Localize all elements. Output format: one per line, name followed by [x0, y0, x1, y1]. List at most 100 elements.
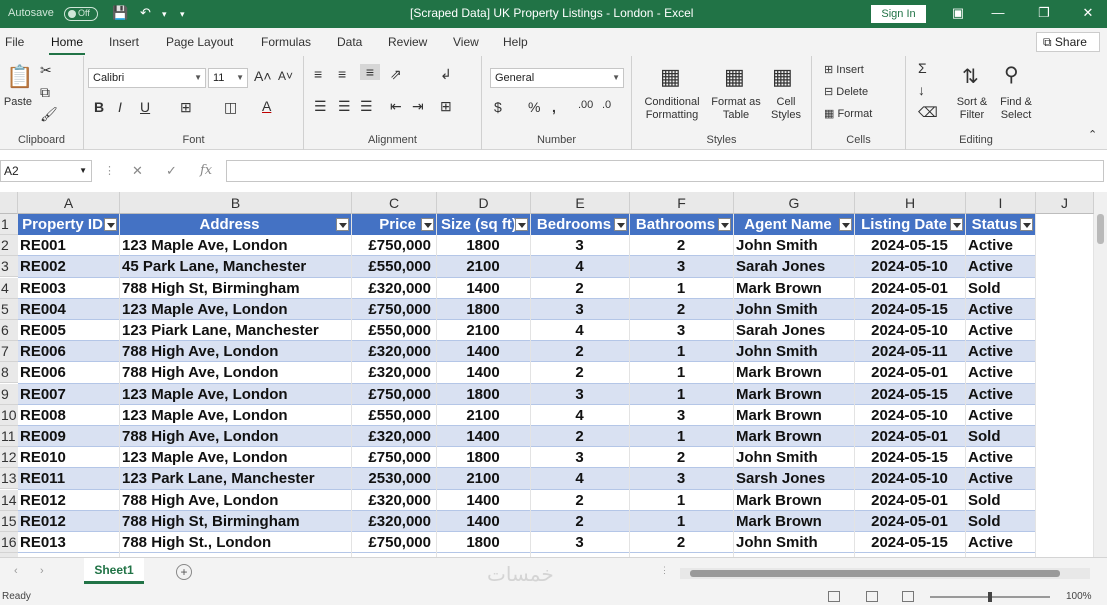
row-header[interactable]: 4: [0, 277, 18, 299]
filter-dropdown-icon[interactable]: [421, 218, 434, 231]
wrap-text-icon[interactable]: ↲: [440, 66, 452, 83]
table-cell[interactable]: 1: [630, 490, 734, 511]
table-cell[interactable]: RE002: [18, 256, 120, 277]
table-cell[interactable]: RE004: [18, 299, 120, 320]
table-cell[interactable]: 2: [531, 511, 630, 532]
increase-indent-icon[interactable]: ⇥: [412, 98, 424, 115]
table-header-cell[interactable]: Agent Name: [734, 214, 855, 235]
table-cell[interactable]: 4: [531, 320, 630, 341]
table-cell[interactable]: Active: [966, 320, 1036, 341]
table-cell[interactable]: Active: [966, 405, 1036, 426]
scroll-right-icon[interactable]: ›: [40, 565, 44, 577]
row-header[interactable]: 16: [0, 532, 18, 553]
tab-view[interactable]: View: [453, 35, 479, 49]
table-cell[interactable]: 2100: [437, 256, 531, 277]
table-cell[interactable]: 2: [531, 426, 630, 447]
row-header[interactable]: 2: [0, 235, 18, 257]
table-cell[interactable]: 4: [531, 468, 630, 489]
table-cell[interactable]: Mark Brown: [734, 490, 855, 511]
close-icon[interactable]: ✕: [1078, 5, 1098, 21]
table-cell[interactable]: RE010: [18, 447, 120, 468]
normal-view-icon[interactable]: [828, 591, 840, 602]
insert-function-icon[interactable]: fx: [200, 163, 212, 178]
table-header-cell[interactable]: Address: [120, 214, 352, 235]
table-cell[interactable]: 1: [630, 278, 734, 299]
row-header[interactable]: 9: [0, 383, 18, 405]
table-cell[interactable]: 123 Maple Ave, London: [120, 405, 352, 426]
decrease-decimal-icon[interactable]: .0: [602, 99, 611, 111]
fill-color-icon[interactable]: ◫: [224, 99, 237, 116]
table-cell[interactable]: 3: [630, 320, 734, 341]
number-format-select[interactable]: General ▼: [490, 68, 624, 88]
table-cell[interactable]: RE012: [18, 511, 120, 532]
table-cell[interactable]: 1: [630, 341, 734, 362]
filter-dropdown-icon[interactable]: [1020, 218, 1033, 231]
table-cell[interactable]: 788 High Ave, London: [120, 362, 352, 383]
table-cell[interactable]: 2: [531, 341, 630, 362]
table-cell[interactable]: 2: [531, 278, 630, 299]
table-cell[interactable]: 2100: [437, 320, 531, 341]
zoom-level[interactable]: 100%: [1066, 591, 1092, 602]
table-cell[interactable]: John Smith: [734, 532, 855, 553]
table-cell[interactable]: £750,000: [352, 299, 437, 320]
format-as-table-icon[interactable]: ▦: [724, 64, 745, 90]
cell-styles-button[interactable]: Cell Styles: [766, 96, 806, 122]
table-cell[interactable]: 1800: [437, 384, 531, 405]
table-cell[interactable]: 1400: [437, 278, 531, 299]
horizontal-scrollbar[interactable]: [680, 568, 1090, 579]
table-header-cell[interactable]: Bathrooms: [630, 214, 734, 235]
table-cell[interactable]: Mark Brown: [734, 511, 855, 532]
tab-review[interactable]: Review: [388, 35, 427, 49]
page-layout-view-icon[interactable]: [866, 591, 878, 602]
row-header[interactable]: 12: [0, 447, 18, 469]
table-cell[interactable]: 123 Maple Ave, London: [120, 235, 352, 256]
align-left-icon[interactable]: ☰: [314, 98, 327, 115]
tab-help[interactable]: Help: [503, 35, 528, 49]
column-header-h[interactable]: H: [855, 192, 966, 214]
font-name-select[interactable]: Calibri ▼: [88, 68, 206, 88]
table-cell[interactable]: Active: [966, 447, 1036, 468]
column-header-c[interactable]: C: [352, 192, 437, 214]
table-cell[interactable]: Sold: [966, 511, 1036, 532]
table-cell[interactable]: Active: [966, 341, 1036, 362]
sign-in-button[interactable]: Sign In: [871, 5, 926, 23]
save-icon[interactable]: 💾: [112, 5, 128, 21]
table-cell[interactable]: 788 High St., London: [120, 532, 352, 553]
increase-font-icon[interactable]: A˄: [254, 68, 272, 84]
table-cell[interactable]: 1400: [437, 511, 531, 532]
table-header-cell[interactable]: Bedrooms: [531, 214, 630, 235]
format-painter-icon[interactable]: 🖌: [40, 106, 58, 123]
cell-styles-icon[interactable]: ▦: [772, 64, 793, 90]
table-cell[interactable]: £320,000: [352, 362, 437, 383]
table-cell[interactable]: RE005: [18, 320, 120, 341]
table-cell[interactable]: 2: [630, 235, 734, 256]
table-cell[interactable]: 2100: [437, 468, 531, 489]
table-cell[interactable]: Sarah Jones: [734, 256, 855, 277]
column-header-i[interactable]: I: [966, 192, 1036, 214]
table-cell[interactable]: 2530,000: [352, 468, 437, 489]
tab-data[interactable]: Data: [337, 35, 362, 49]
find-select-icon[interactable]: ⚲: [1004, 62, 1019, 87]
column-header-j[interactable]: J: [1036, 192, 1094, 214]
italic-icon[interactable]: I: [118, 99, 122, 115]
format-as-table-button[interactable]: Format as Table: [708, 96, 764, 122]
table-cell[interactable]: £320,000: [352, 511, 437, 532]
row-header[interactable]: 15: [0, 510, 18, 532]
table-cell[interactable]: 1800: [437, 447, 531, 468]
select-all-corner[interactable]: [0, 192, 18, 214]
filter-dropdown-icon[interactable]: [718, 218, 731, 231]
orientation-icon[interactable]: ⇗: [390, 66, 402, 83]
table-cell[interactable]: 2: [630, 447, 734, 468]
spreadsheet-grid[interactable]: ABCDEFGHIJ1234567891011121314151617Prope…: [0, 192, 1107, 557]
table-cell[interactable]: 2: [630, 532, 734, 553]
sort-filter-icon[interactable]: ⇅: [962, 64, 979, 89]
row-header[interactable]: 13: [0, 468, 18, 490]
table-cell[interactable]: RE006: [18, 362, 120, 383]
table-header-cell[interactable]: Price: [352, 214, 437, 235]
table-cell[interactable]: Mark Brown: [734, 426, 855, 447]
percent-icon[interactable]: %: [528, 99, 540, 115]
vertical-scroll-thumb[interactable]: [1097, 214, 1104, 244]
table-cell[interactable]: 2024-05-15: [855, 235, 966, 256]
scroll-left-icon[interactable]: ‹: [14, 565, 18, 577]
table-cell[interactable]: 3: [630, 256, 734, 277]
